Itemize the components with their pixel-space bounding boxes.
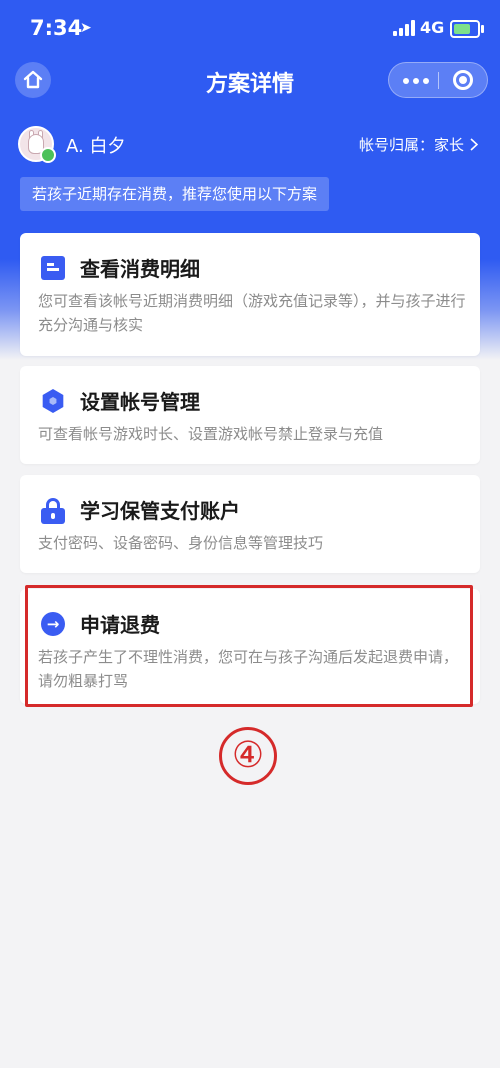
battery-icon bbox=[450, 20, 484, 38]
user-name: A. 白夕 bbox=[66, 136, 126, 157]
account-owner-link[interactable]: 帐号归属：家长 bbox=[359, 134, 478, 155]
card-account-management[interactable]: 设置帐号管理 可查看帐号游戏时长、设置游戏帐号禁止登录与充值 bbox=[20, 366, 480, 464]
lock-icon bbox=[41, 498, 65, 524]
close-miniprogram-icon[interactable] bbox=[453, 70, 473, 90]
location-icon: ➤ bbox=[80, 20, 92, 36]
card-title: 查看消费明细 bbox=[80, 257, 200, 281]
card-view-spending[interactable]: 查看消费明细 您可查看该帐号近期消费明细（游戏充值记录等），并与孩子进行充分沟通… bbox=[20, 233, 480, 356]
card-description: 支付密码、设备密码、身份信息等管理技巧 bbox=[38, 534, 324, 552]
recommendation-banner: 若孩子近期存在消费，推荐您使用以下方案 bbox=[20, 177, 330, 211]
account-owner-label: 帐号归属：家长 bbox=[358, 136, 464, 154]
signal-icon bbox=[393, 20, 415, 36]
card-title: 学习保管支付账户 bbox=[80, 499, 240, 523]
card-payment-account[interactable]: 学习保管支付账户 支付密码、设备密码、身份信息等管理技巧 bbox=[20, 475, 480, 573]
document-icon bbox=[41, 256, 65, 280]
capsule-divider bbox=[438, 72, 439, 89]
wechat-icon bbox=[40, 147, 56, 163]
status-time: 7:34 bbox=[30, 16, 83, 40]
status-bar: 7:34 ➤ 4G bbox=[0, 0, 500, 60]
more-icon[interactable] bbox=[403, 78, 429, 84]
step-number-annotation: ④ bbox=[219, 727, 277, 785]
card-description: 您可查看该帐号近期消费明细（游戏充值记录等），并与孩子进行充分沟通与核实 bbox=[38, 292, 466, 334]
card-title: 设置帐号管理 bbox=[80, 390, 200, 414]
chevron-right-icon bbox=[470, 138, 478, 151]
hexagon-icon bbox=[42, 389, 64, 413]
network-type: 4G bbox=[420, 18, 445, 37]
highlight-box bbox=[25, 585, 473, 707]
miniprogram-capsule bbox=[388, 62, 488, 98]
card-description: 可查看帐号游戏时长、设置游戏帐号禁止登录与充值 bbox=[38, 425, 384, 443]
